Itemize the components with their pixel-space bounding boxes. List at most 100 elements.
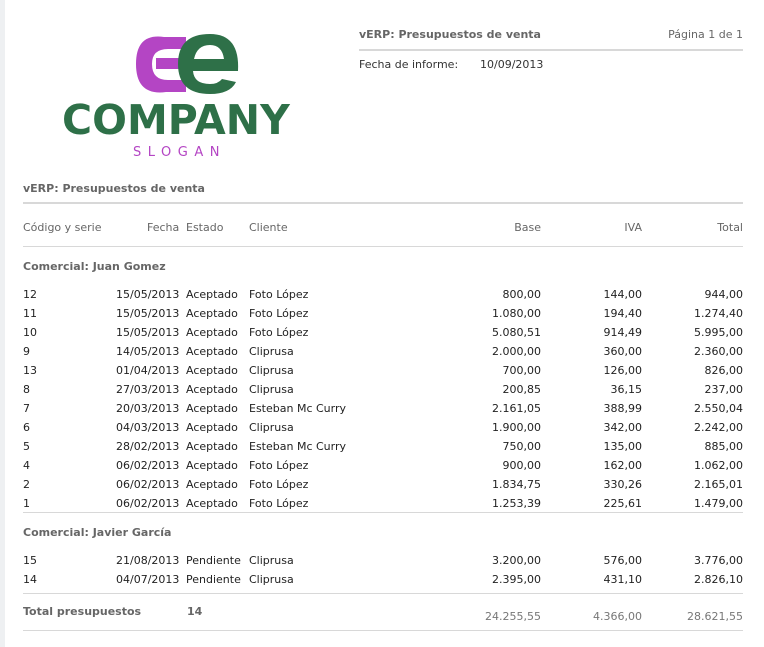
cell-date: 06/02/2013	[116, 497, 180, 510]
cell-iva: 360,00	[603, 345, 643, 358]
cell-client: Foto López	[249, 307, 309, 320]
totals-iva: 4.366,00	[593, 610, 642, 623]
column-header-date: Fecha	[147, 221, 180, 234]
table-row: 1 06/02/2013 Aceptado Foto López 1.253,39 225…	[0, 497, 764, 516]
table-row: 5 28/02/2013 Aceptado Esteban Mc Curry 750,0…	[0, 440, 764, 459]
table-row: 13 01/04/2013 Aceptado Cliprusa 700,00 126,00…	[0, 364, 764, 383]
report-date-label: Fecha de informe:	[359, 58, 459, 71]
cell-base: 200,85	[502, 383, 542, 396]
cell-code: 15	[23, 554, 37, 567]
cell-date: 15/05/2013	[116, 307, 180, 320]
totals-total: 28.621,55	[687, 610, 743, 623]
cell-client: Cliprusa	[249, 345, 294, 358]
cell-status: Aceptado	[186, 288, 238, 301]
cell-date: 04/07/2013	[116, 573, 180, 586]
cell-iva: 914,49	[603, 326, 643, 339]
cell-code: 5	[23, 440, 30, 453]
cell-total: 826,00	[704, 364, 744, 377]
table-row: 10 15/05/2013 Aceptado Foto López 5.080,51 91…	[0, 326, 764, 345]
cell-base: 5.080,51	[492, 326, 541, 339]
bottom-divider	[23, 630, 743, 631]
cell-date: 01/04/2013	[116, 364, 180, 377]
group-title-javier-garcia: Comercial: Javier García	[23, 526, 172, 539]
cell-base: 1.080,00	[492, 307, 541, 320]
cell-date: 04/03/2013	[116, 421, 180, 434]
page-indicator: Página 1 de 1	[668, 28, 743, 41]
group-title-juan-gomez: Comercial: Juan Gomez	[23, 260, 166, 273]
cell-base: 750,00	[502, 440, 542, 453]
cell-code: 6	[23, 421, 30, 434]
cell-code: 9	[23, 345, 30, 358]
cell-iva: 342,00	[603, 421, 643, 434]
table-row: 15 21/08/2013 Pendiente Cliprusa 3.200,00 576…	[0, 554, 764, 573]
cell-client: Cliprusa	[249, 554, 294, 567]
table-row: 6 04/03/2013 Aceptado Cliprusa 1.900,00 342,0…	[0, 421, 764, 440]
cell-total: 1.479,00	[694, 497, 743, 510]
cell-iva: 36,15	[610, 383, 643, 396]
cell-date: 27/03/2013	[116, 383, 180, 396]
cell-code: 4	[23, 459, 30, 472]
table-row: 7 20/03/2013 Aceptado Esteban Mc Curry 2.161…	[0, 402, 764, 421]
cell-status: Aceptado	[186, 326, 238, 339]
cell-code: 7	[23, 402, 30, 415]
cell-status: Aceptado	[186, 440, 238, 453]
cell-base: 1.900,00	[492, 421, 541, 434]
cell-total: 944,00	[704, 288, 744, 301]
cell-code: 13	[23, 364, 37, 377]
cell-base: 2.395,00	[492, 573, 541, 586]
cell-status: Aceptado	[186, 383, 238, 396]
cell-base: 1.834,75	[492, 478, 541, 491]
cell-base: 2.000,00	[492, 345, 541, 358]
cell-client: Foto López	[249, 478, 309, 491]
cell-base: 700,00	[502, 364, 542, 377]
cell-code: 2	[23, 478, 30, 491]
cell-status: Aceptado	[186, 478, 238, 491]
table-row: 14 04/07/2013 Pendiente Cliprusa 2.395,00 431…	[0, 573, 764, 592]
cell-status: Aceptado	[186, 402, 238, 415]
cell-total: 2.165,01	[694, 478, 743, 491]
cell-client: Cliprusa	[249, 383, 294, 396]
cell-status: Aceptado	[186, 421, 238, 434]
cell-code: 1	[23, 497, 30, 510]
header-divider	[359, 49, 743, 51]
totals-count: 14	[187, 605, 203, 618]
cell-code: 8	[23, 383, 30, 396]
logo-ce-icon	[136, 34, 239, 94]
cell-iva: 194,40	[603, 307, 643, 320]
cell-status: Aceptado	[186, 459, 238, 472]
cell-total: 2.550,04	[694, 402, 743, 415]
column-header-base: Base	[514, 221, 541, 234]
cell-iva: 576,00	[603, 554, 643, 567]
cell-client: Foto López	[249, 326, 309, 339]
cell-total: 1.062,00	[694, 459, 743, 472]
cell-date: 21/08/2013	[116, 554, 180, 567]
section-title: vERP: Presupuestos de venta	[23, 182, 205, 195]
cell-iva: 162,00	[603, 459, 643, 472]
cell-client: Cliprusa	[249, 364, 294, 377]
cell-total: 5.995,00	[694, 326, 743, 339]
cell-status: Aceptado	[186, 345, 238, 358]
cell-iva: 225,61	[603, 497, 643, 510]
cell-iva: 431,10	[603, 573, 643, 586]
cell-iva: 144,00	[603, 288, 643, 301]
report-header-title: vERP: Presupuestos de venta	[359, 28, 541, 41]
logo-company-text: COMPANY	[62, 96, 290, 144]
column-header-iva: IVA	[624, 221, 642, 234]
report-date-value: 10/09/2013	[480, 58, 544, 71]
cell-date: 06/02/2013	[116, 478, 180, 491]
cell-total: 237,00	[704, 383, 744, 396]
table-row: 4 06/02/2013 Aceptado Foto López 900,00 162,0…	[0, 459, 764, 478]
table-row: 9 14/05/2013 Aceptado Cliprusa 2.000,00 360,0…	[0, 345, 764, 364]
cell-iva: 330,26	[603, 478, 643, 491]
column-header-code: Código y serie	[23, 221, 102, 234]
totals-divider	[23, 593, 743, 594]
cell-total: 2.826,10	[694, 573, 743, 586]
cell-code: 11	[23, 307, 37, 320]
cell-status: Aceptado	[186, 307, 238, 320]
table-row: 8 27/03/2013 Aceptado Cliprusa 200,85 36,15 23…	[0, 383, 764, 402]
totals-label: Total presupuestos	[23, 605, 142, 618]
cell-base: 900,00	[502, 459, 542, 472]
cell-date: 14/05/2013	[116, 345, 180, 358]
cell-total: 885,00	[704, 440, 744, 453]
column-header-client: Cliente	[249, 221, 288, 234]
